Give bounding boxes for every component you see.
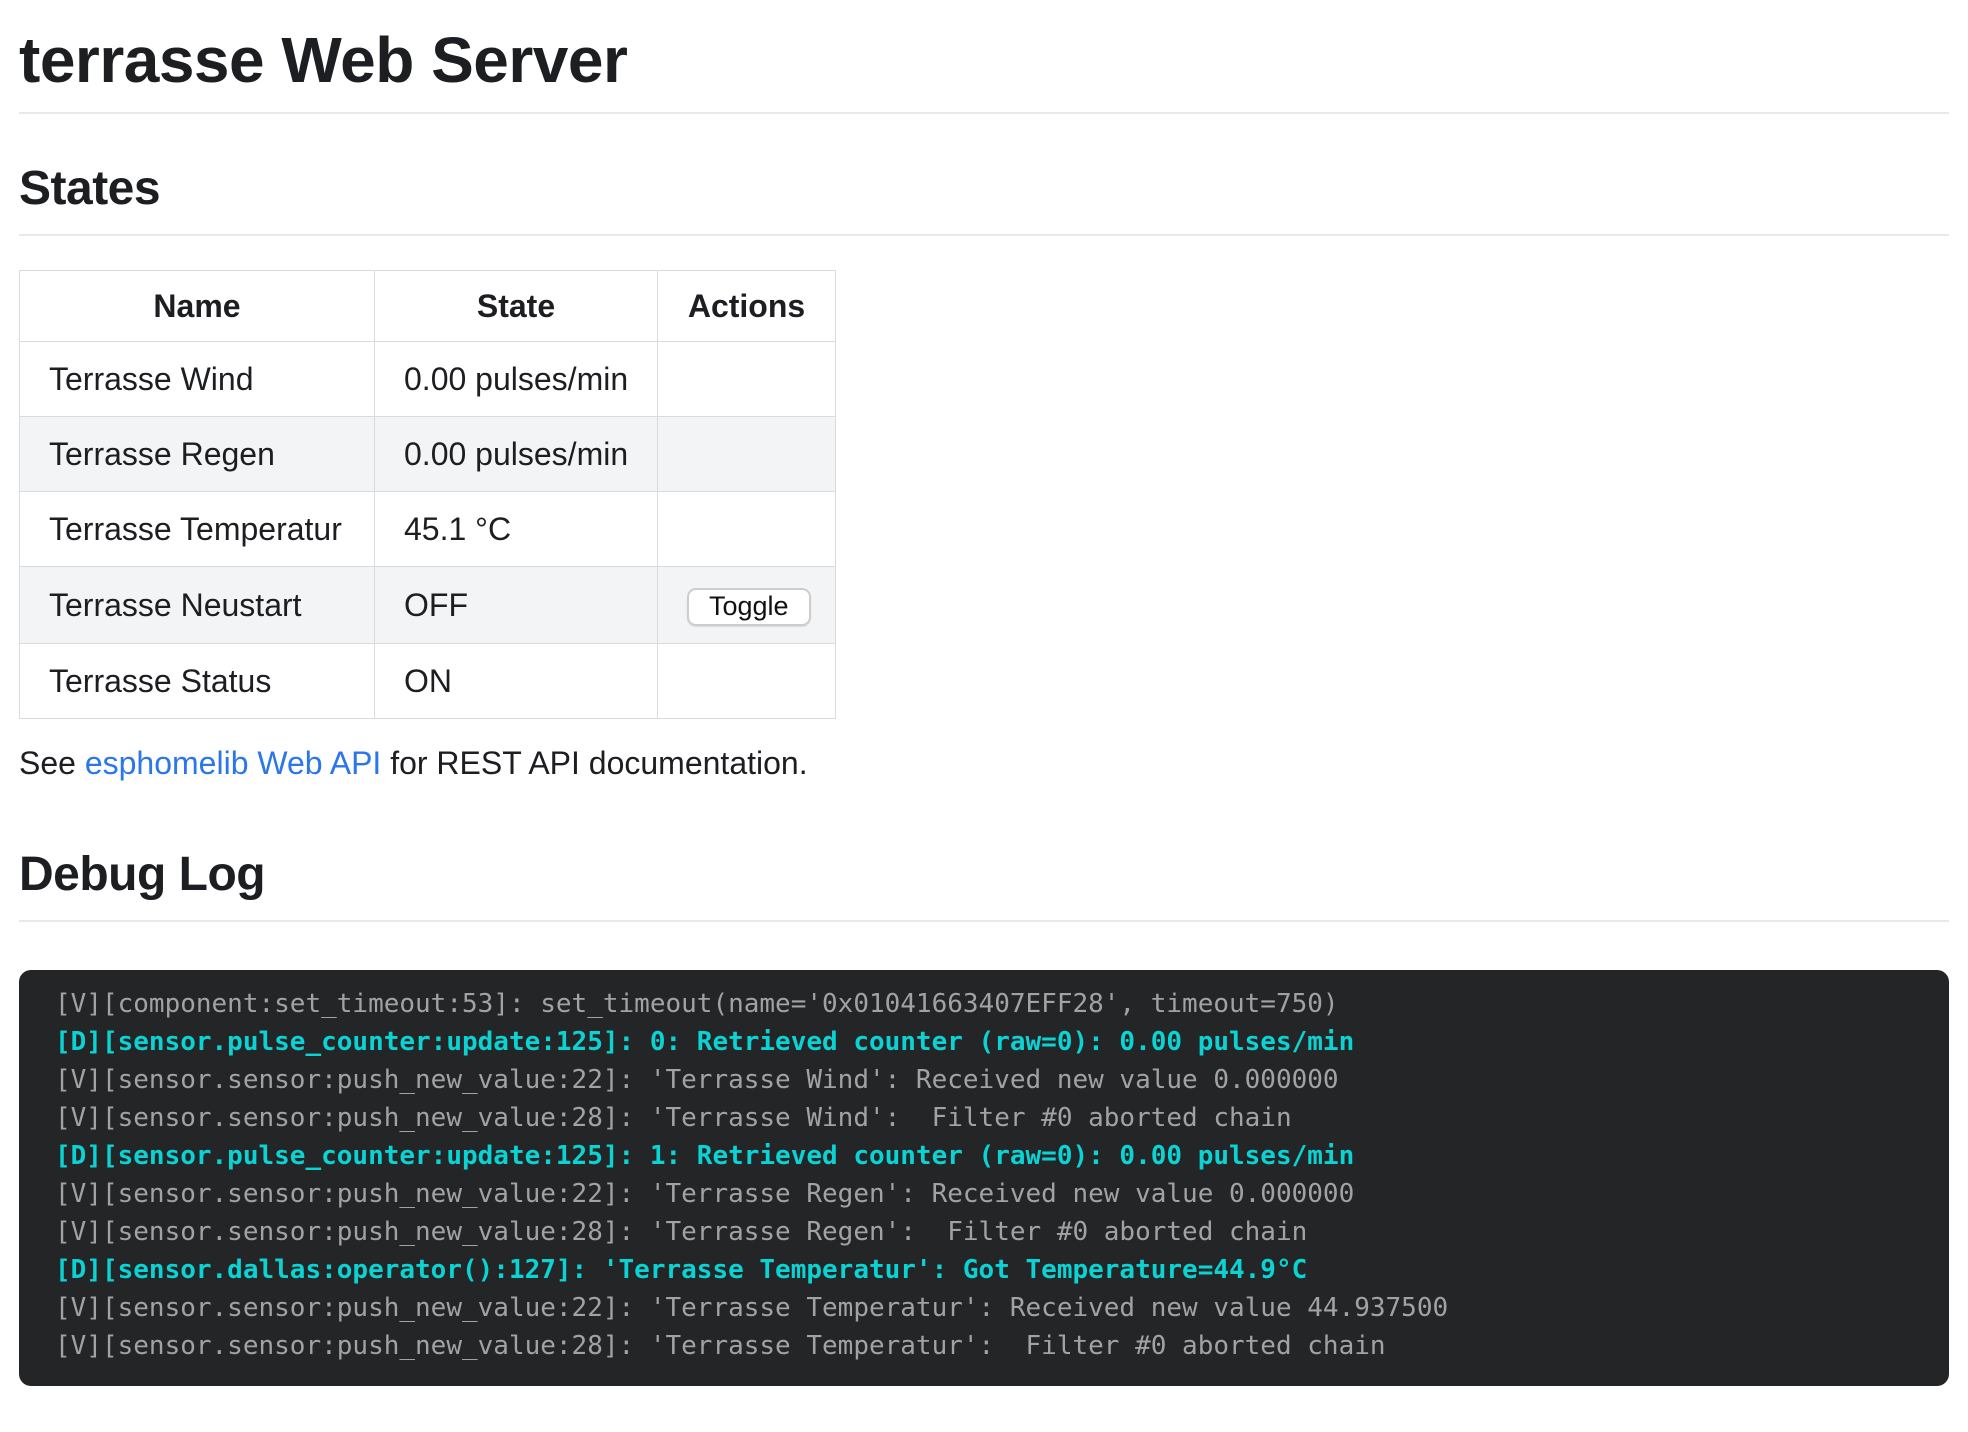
cell-entity-actions xyxy=(658,644,836,719)
column-header-actions: Actions xyxy=(658,271,836,342)
log-line: [V][sensor.sensor:push_new_value:28]: 'T… xyxy=(55,1213,1919,1251)
api-note: See esphomelib Web API for REST API docu… xyxy=(19,743,1949,783)
cell-entity-actions: Toggle xyxy=(658,567,836,644)
cell-entity-name: Terrasse Status xyxy=(20,644,375,719)
log-line: [V][sensor.sensor:push_new_value:22]: 'T… xyxy=(55,1289,1919,1327)
table-row: Terrasse NeustartOFF Toggle xyxy=(20,567,836,644)
title-divider xyxy=(19,112,1949,114)
cell-entity-actions xyxy=(658,342,836,417)
cell-entity-name: Terrasse Temperatur xyxy=(20,492,375,567)
states-table-body: Terrasse Wind0.00 pulses/minTerrasse Reg… xyxy=(20,342,836,719)
cell-entity-state: ON xyxy=(375,644,658,719)
page-title: terrasse Web Server xyxy=(19,22,1949,98)
column-header-state: State xyxy=(375,271,658,342)
cell-entity-name: Terrasse Wind xyxy=(20,342,375,417)
log-line: [D][sensor.dallas:operator():127]: 'Terr… xyxy=(55,1251,1919,1289)
states-divider xyxy=(19,234,1949,236)
cell-entity-name: Terrasse Neustart xyxy=(20,567,375,644)
column-header-name: Name xyxy=(20,271,375,342)
table-header-row: NameStateActions xyxy=(20,271,836,342)
log-line: [V][sensor.sensor:push_new_value:22]: 'T… xyxy=(55,1175,1919,1213)
cell-entity-actions xyxy=(658,492,836,567)
cell-entity-name: Terrasse Regen xyxy=(20,417,375,492)
api-note-prefix: See xyxy=(19,745,85,781)
cell-entity-state: 45.1 °C xyxy=(375,492,658,567)
log-line: [V][sensor.sensor:push_new_value:28]: 'T… xyxy=(55,1327,1919,1365)
debug-divider xyxy=(19,920,1949,922)
table-row: Terrasse Temperatur45.1 °C xyxy=(20,492,836,567)
cell-entity-actions xyxy=(658,417,836,492)
table-row: Terrasse StatusON xyxy=(20,644,836,719)
page: terrasse Web Server States NameStateActi… xyxy=(19,22,1949,1386)
esphomelib-web-api-link[interactable]: esphomelib Web API xyxy=(85,745,381,781)
log-line: [V][component:set_timeout:53]: set_timeo… xyxy=(55,985,1919,1023)
log-line: [D][sensor.pulse_counter:update:125]: 0:… xyxy=(55,1023,1919,1061)
cell-entity-state: OFF xyxy=(375,567,658,644)
log-line: [V][sensor.sensor:push_new_value:22]: 'T… xyxy=(55,1061,1919,1099)
states-heading: States xyxy=(19,160,1949,218)
table-row: Terrasse Wind0.00 pulses/min xyxy=(20,342,836,417)
log-line: [V][sensor.sensor:push_new_value:28]: 'T… xyxy=(55,1099,1919,1137)
debug-log-heading: Debug Log xyxy=(19,846,1949,904)
api-note-suffix: for REST API documentation. xyxy=(381,745,807,781)
cell-entity-state: 0.00 pulses/min xyxy=(375,342,658,417)
table-row: Terrasse Regen0.00 pulses/min xyxy=(20,417,836,492)
cell-entity-state: 0.00 pulses/min xyxy=(375,417,658,492)
log-line: [D][sensor.pulse_counter:update:125]: 1:… xyxy=(55,1137,1919,1175)
states-table: NameStateActions Terrasse Wind0.00 pulse… xyxy=(19,270,836,719)
debug-log-console[interactable]: [V][component:set_timeout:53]: set_timeo… xyxy=(19,970,1949,1386)
toggle-button[interactable]: Toggle xyxy=(687,588,811,626)
